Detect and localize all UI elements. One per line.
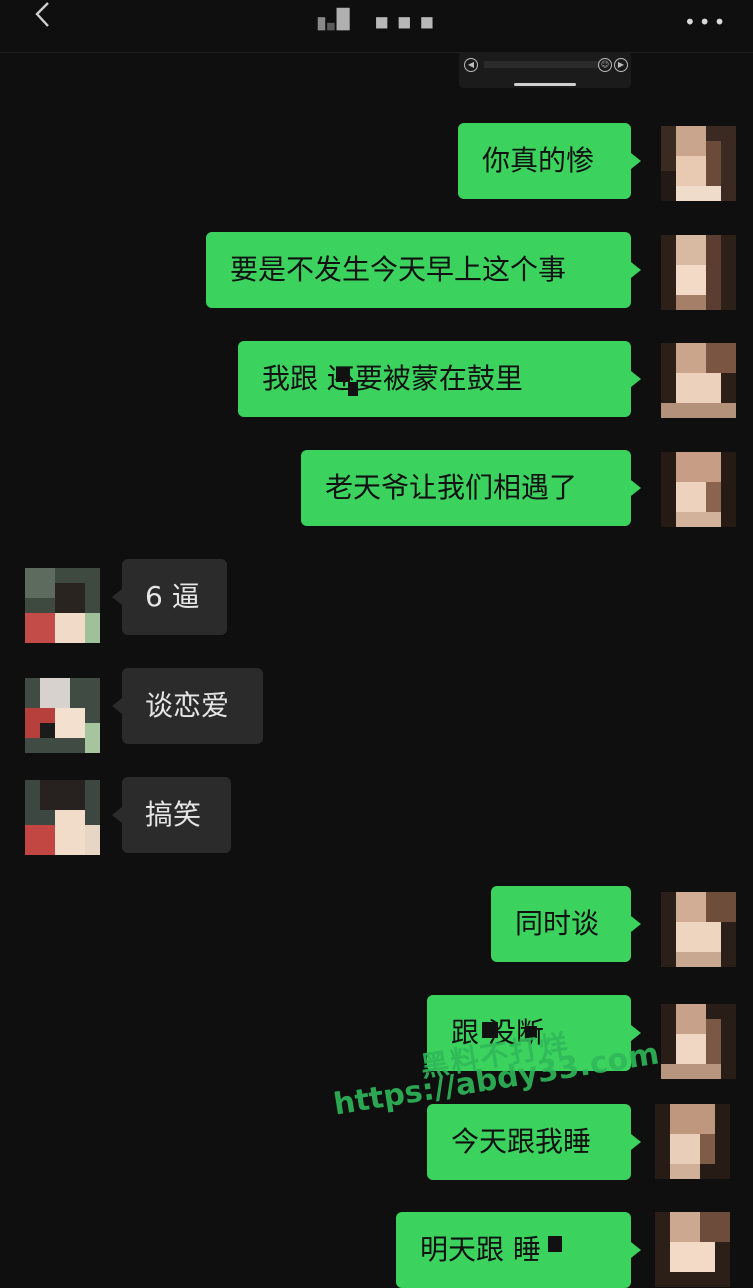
message-bubble-mine[interactable]: 我跟 还要被蒙在鼓里 xyxy=(238,341,641,417)
chevron-left-icon[interactable] xyxy=(26,0,62,36)
my-avatar[interactable] xyxy=(661,126,736,201)
emoji-icon[interactable]: ☺ xyxy=(598,58,612,72)
my-avatar[interactable] xyxy=(655,1104,730,1179)
message-bubble-friend[interactable]: 搞笑 xyxy=(112,777,231,853)
contact-name-pixelated xyxy=(317,7,433,31)
floating-player[interactable]: ◀ ☺ ▶ xyxy=(459,52,631,88)
redaction-mark xyxy=(548,1236,562,1252)
friend-avatar[interactable] xyxy=(25,568,100,643)
redaction-mark xyxy=(336,368,350,382)
more-options-icon[interactable]: ••• xyxy=(684,10,728,34)
message-bubble-mine[interactable]: 同时谈 xyxy=(491,886,641,962)
message-bubble-mine[interactable]: 你真的惨 xyxy=(458,123,641,199)
redaction-mark xyxy=(348,382,358,396)
rewind-icon[interactable]: ◀ xyxy=(464,58,478,72)
chat-header: ••• xyxy=(0,0,753,53)
my-avatar[interactable] xyxy=(661,235,736,310)
friend-avatar[interactable] xyxy=(25,678,100,753)
my-avatar[interactable] xyxy=(661,892,736,967)
message-bubble-mine[interactable]: 今天跟我睡 xyxy=(427,1104,641,1180)
message-bubble-mine[interactable]: 要是不发生今天早上这个事 xyxy=(206,232,641,308)
message-bubble-friend[interactable]: 谈恋爱 xyxy=(112,668,263,744)
player-track xyxy=(484,61,600,68)
friend-avatar[interactable] xyxy=(25,780,100,855)
my-avatar[interactable] xyxy=(661,343,736,418)
my-avatar[interactable] xyxy=(661,452,736,527)
my-avatar[interactable] xyxy=(661,1004,736,1079)
my-avatar[interactable] xyxy=(655,1212,730,1287)
message-bubble-mine[interactable]: 明天跟 睡 xyxy=(396,1212,641,1288)
forward-icon[interactable]: ▶ xyxy=(614,58,628,72)
message-bubble-friend[interactable]: 6 逼 xyxy=(112,559,227,635)
home-indicator xyxy=(514,83,576,86)
message-bubble-mine[interactable]: 老天爷让我们相遇了 xyxy=(301,450,641,526)
